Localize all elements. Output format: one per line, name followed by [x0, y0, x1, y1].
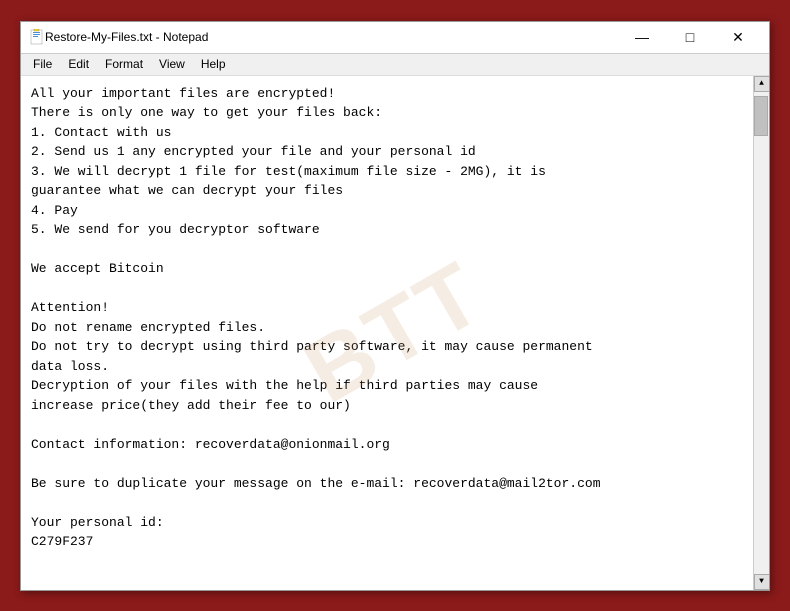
content-area: All your important files are encrypted! …: [21, 76, 769, 590]
minimize-button[interactable]: —: [619, 22, 665, 52]
scroll-thumb[interactable]: [754, 96, 768, 136]
scroll-track[interactable]: [754, 92, 769, 574]
notepad-window: Restore-My-Files.txt - Notepad — □ ✕ Fil…: [20, 21, 770, 591]
maximize-button[interactable]: □: [667, 22, 713, 52]
menu-edit[interactable]: Edit: [60, 55, 97, 73]
window-controls: — □ ✕: [619, 22, 761, 52]
menu-help[interactable]: Help: [193, 55, 234, 73]
close-button[interactable]: ✕: [715, 22, 761, 52]
scroll-up-arrow[interactable]: ▲: [754, 76, 770, 92]
window-title: Restore-My-Files.txt - Notepad: [45, 30, 619, 44]
scrollbar[interactable]: ▲ ▼: [753, 76, 769, 590]
title-bar: Restore-My-Files.txt - Notepad — □ ✕: [21, 22, 769, 54]
menu-format[interactable]: Format: [97, 55, 151, 73]
text-editor[interactable]: All your important files are encrypted! …: [21, 76, 753, 590]
menu-file[interactable]: File: [25, 55, 60, 73]
menu-view[interactable]: View: [151, 55, 193, 73]
menu-bar: File Edit Format View Help: [21, 54, 769, 76]
notepad-icon: [29, 29, 45, 45]
scroll-down-arrow[interactable]: ▼: [754, 574, 770, 590]
